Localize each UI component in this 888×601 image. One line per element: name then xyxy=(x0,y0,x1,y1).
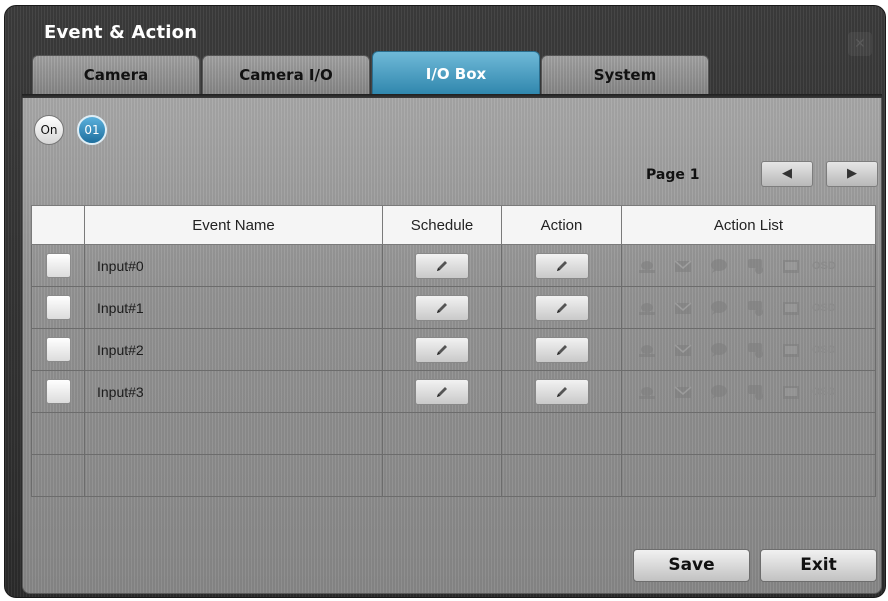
email-icon xyxy=(674,302,692,315)
empty-cell xyxy=(382,412,502,455)
event-name-cell: Input#0 xyxy=(84,244,383,287)
table-row: Input#1 OSD xyxy=(31,286,876,329)
empty-cell xyxy=(501,412,622,455)
next-page-button[interactable]: ▶ xyxy=(826,161,878,187)
header-action: Action xyxy=(501,205,622,245)
message-icon xyxy=(711,385,727,400)
alarm-light-icon xyxy=(639,345,655,358)
table-row: Input#0 OSD xyxy=(31,244,876,287)
table-row xyxy=(31,454,876,497)
row-checkbox[interactable] xyxy=(45,253,71,278)
row-checkbox[interactable] xyxy=(45,379,71,404)
empty-cell xyxy=(621,454,876,497)
event-name-cell: Input#3 xyxy=(84,370,383,413)
table-header-row: Event Name Schedule Action Action List xyxy=(31,205,876,245)
snapshot-icon xyxy=(783,302,799,316)
event-table: Event Name Schedule Action Action List I… xyxy=(31,205,876,497)
message-icon xyxy=(711,259,727,274)
action-list-cell: OSD xyxy=(621,328,876,371)
osd-label: OSD xyxy=(812,344,836,357)
page-indicator: Page 1 xyxy=(646,167,700,183)
edit-action-button[interactable] xyxy=(534,336,589,363)
prev-page-button[interactable]: ◀ xyxy=(761,161,813,187)
empty-cell xyxy=(84,412,383,455)
event-name-cell: Input#2 xyxy=(84,328,383,371)
panel-divider xyxy=(22,94,882,98)
tab-camera-io[interactable]: Camera I/O xyxy=(202,55,370,95)
edit-action-button[interactable] xyxy=(534,378,589,405)
email-icon xyxy=(674,260,692,273)
alarm-light-icon xyxy=(639,303,655,316)
osd-label: OSD xyxy=(812,302,836,315)
action-list-cell: OSD xyxy=(621,244,876,287)
row-checkbox[interactable] xyxy=(45,295,71,320)
exit-button[interactable]: Exit xyxy=(760,549,877,582)
ptz-preset-icon xyxy=(748,259,763,275)
tab-camera[interactable]: Camera xyxy=(32,55,200,95)
table-row xyxy=(31,412,876,455)
window-title: Event & Action xyxy=(44,22,198,43)
table-row: Input#2 OSD xyxy=(31,328,876,371)
edit-action-button[interactable] xyxy=(534,294,589,321)
action-list-cell: OSD xyxy=(621,286,876,329)
header-action-list: Action List xyxy=(621,205,876,245)
edit-schedule-button[interactable] xyxy=(415,378,469,405)
header-schedule: Schedule xyxy=(382,205,502,245)
channel-01-button[interactable]: 01 xyxy=(77,115,107,145)
empty-cell xyxy=(501,454,622,497)
message-icon xyxy=(711,301,727,316)
alarm-light-icon xyxy=(639,387,655,400)
save-button[interactable]: Save xyxy=(633,549,750,582)
osd-label: OSD xyxy=(812,386,836,399)
header-event-name: Event Name xyxy=(84,205,383,245)
empty-cell xyxy=(382,454,502,497)
arrow-left-icon: ◀ xyxy=(782,166,792,181)
header-select xyxy=(31,205,85,245)
ptz-preset-icon xyxy=(748,343,763,359)
email-icon xyxy=(674,344,692,357)
empty-cell xyxy=(84,454,383,497)
edit-action-button[interactable] xyxy=(534,252,589,279)
tab-io-box[interactable]: I/O Box xyxy=(372,51,540,103)
snapshot-icon xyxy=(783,386,799,400)
close-icon[interactable]: ✕ xyxy=(848,32,872,56)
on-toggle-button[interactable]: On xyxy=(34,115,64,145)
edit-schedule-button[interactable] xyxy=(415,336,469,363)
ptz-preset-icon xyxy=(748,301,763,317)
tab-system[interactable]: System xyxy=(541,55,709,95)
edit-schedule-button[interactable] xyxy=(415,252,469,279)
email-icon xyxy=(674,386,692,399)
osd-label: OSD xyxy=(812,260,836,273)
empty-cell xyxy=(31,412,85,455)
edit-schedule-button[interactable] xyxy=(415,294,469,321)
snapshot-icon xyxy=(783,344,799,358)
empty-cell xyxy=(31,454,85,497)
arrow-right-icon: ▶ xyxy=(847,166,857,181)
event-name-cell: Input#1 xyxy=(84,286,383,329)
empty-cell xyxy=(621,412,876,455)
action-list-cell: OSD xyxy=(621,370,876,413)
alarm-light-icon xyxy=(639,261,655,274)
message-icon xyxy=(711,343,727,358)
table-row: Input#3 OSD xyxy=(31,370,876,413)
snapshot-icon xyxy=(783,260,799,274)
row-checkbox[interactable] xyxy=(45,337,71,362)
ptz-preset-icon xyxy=(748,385,763,401)
